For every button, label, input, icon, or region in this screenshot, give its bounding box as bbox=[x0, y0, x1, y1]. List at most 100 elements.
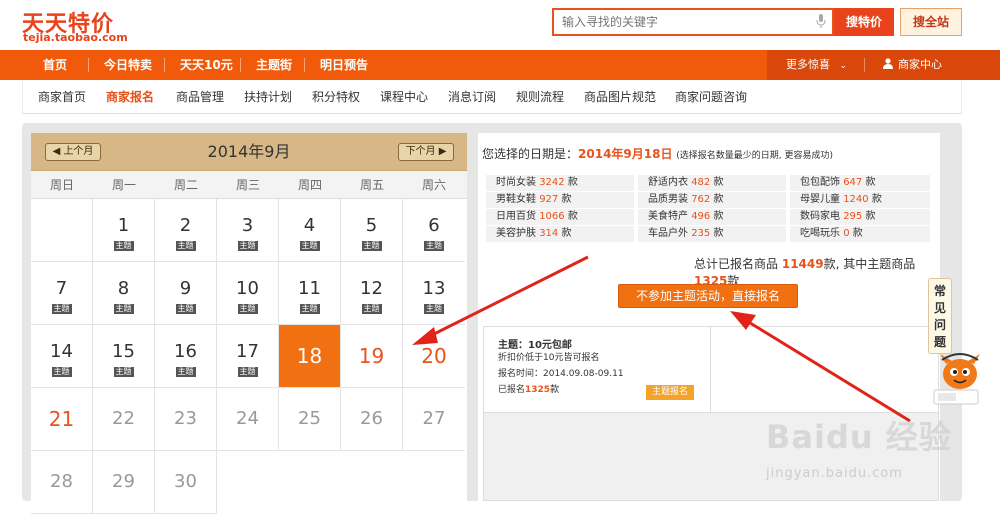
theme-tag: 主题 bbox=[175, 241, 196, 251]
weekday-label: 周三 bbox=[235, 178, 260, 192]
search-all-button[interactable]: 搜全站 bbox=[900, 8, 962, 36]
day-number: 24 bbox=[236, 408, 259, 429]
mascot-icon[interactable] bbox=[930, 350, 990, 410]
theme-condition: 折扣价低于10元皆可报名 bbox=[498, 353, 600, 363]
faq-char: 常 bbox=[933, 284, 946, 298]
category-unit: 款 bbox=[865, 177, 876, 188]
theme-tag: 主题 bbox=[175, 367, 196, 377]
day-number: 30 bbox=[174, 471, 197, 492]
day-number: 2 bbox=[179, 215, 192, 236]
calendar-day-27[interactable]: 27 bbox=[403, 388, 465, 451]
calendar-day-7[interactable]: 7 主题 bbox=[31, 262, 93, 325]
category-count: 1240 bbox=[843, 194, 869, 205]
subnav-item-image-spec[interactable]: 商品图片规范 bbox=[584, 80, 656, 114]
calendar-day-18[interactable]: 18 bbox=[279, 325, 341, 388]
calendar-day-25[interactable]: 25 bbox=[279, 388, 341, 451]
calendar-day-26[interactable]: 26 bbox=[341, 388, 403, 451]
theme-tag: 主题 bbox=[237, 367, 258, 377]
calendar-day-30[interactable]: 30 bbox=[155, 451, 217, 514]
category-count: 295 bbox=[843, 211, 863, 222]
calendar-day-15[interactable]: 15 主题 bbox=[93, 325, 155, 388]
microphone-icon[interactable] bbox=[816, 14, 826, 28]
calendar-day-17[interactable]: 17 主题 bbox=[217, 325, 279, 388]
calendar-day-11[interactable]: 11 主题 bbox=[279, 262, 341, 325]
theme-signup-number: 1325 bbox=[525, 385, 551, 395]
nav-item-home[interactable]: 首页 bbox=[43, 50, 67, 80]
theme-signup-count: 已报名1325款 bbox=[498, 382, 559, 395]
nav-divider bbox=[240, 58, 241, 72]
category-stat: 美食特产 496 款 bbox=[638, 209, 786, 225]
day-number: 14 bbox=[50, 341, 73, 362]
calendar-day-29[interactable]: 29 bbox=[93, 451, 155, 514]
nav-item-tomorrow[interactable]: 明日预告 bbox=[320, 50, 368, 80]
day-number: 9 bbox=[179, 278, 192, 299]
subnav-item-courses[interactable]: 课程中心 bbox=[380, 80, 428, 114]
category-name: 数码家电 bbox=[800, 211, 840, 222]
calendar-day-24[interactable]: 24 bbox=[217, 388, 279, 451]
theme-signup-button[interactable]: 主题报名 bbox=[646, 385, 694, 400]
category-name: 时尚女装 bbox=[496, 177, 536, 188]
weekday-label: 周二 bbox=[173, 178, 198, 192]
calendar-day-14[interactable]: 14 主题 bbox=[31, 325, 93, 388]
calendar-day-8[interactable]: 8 主题 bbox=[93, 262, 155, 325]
logo-url[interactable]: tejia.taobao.com bbox=[23, 31, 128, 44]
category-count: 647 bbox=[843, 177, 863, 188]
subnav-item-support-plan[interactable]: 扶持计划 bbox=[244, 80, 292, 114]
calendar-day-12[interactable]: 12 主题 bbox=[341, 262, 403, 325]
calendar-day-16[interactable]: 16 主题 bbox=[155, 325, 217, 388]
nav-more-dropdown[interactable]: 更多惊喜 ⌄ bbox=[786, 50, 847, 81]
category-stat: 吃喝玩乐 0 款 bbox=[790, 226, 930, 242]
subnav-item-subscriptions[interactable]: 消息订阅 bbox=[448, 80, 496, 114]
calendar-day-6[interactable]: 6 主题 bbox=[403, 199, 465, 262]
calendar-day-4[interactable]: 4 主题 bbox=[279, 199, 341, 262]
day-number: 23 bbox=[174, 408, 197, 429]
day-number: 19 bbox=[358, 344, 385, 368]
category-name: 包包配饰 bbox=[800, 177, 840, 188]
calendar-day-19[interactable]: 19 bbox=[341, 325, 403, 388]
nav-item-ten-yuan[interactable]: 天天10元 bbox=[180, 50, 233, 80]
selected-date-line: 您选择的日期是：2014年9月18日 (选择报名数量最少的日期, 更容易成功) bbox=[482, 145, 833, 162]
category-unit: 款 bbox=[713, 211, 724, 222]
subnav-item-merchant-home[interactable]: 商家首页 bbox=[38, 80, 86, 114]
nav-merchant-center[interactable]: 商家中心 bbox=[883, 50, 942, 80]
subnav-item-merchant-signup[interactable]: 商家报名 bbox=[106, 80, 154, 114]
category-stat: 舒适内衣 482 款 bbox=[638, 175, 786, 191]
search-deal-button[interactable]: 搜特价 bbox=[834, 8, 894, 36]
theme-period: 报名时间：2014.09.08-09.11 bbox=[498, 369, 624, 379]
direct-signup-button[interactable]: 不参加主题活动，直接报名 bbox=[618, 284, 798, 308]
subnav-item-points[interactable]: 积分特权 bbox=[312, 80, 360, 114]
subnav-item-merchant-faq[interactable]: 商家问题咨询 bbox=[675, 80, 747, 114]
calendar-day-13[interactable]: 13 主题 bbox=[403, 262, 465, 325]
calendar-day-20[interactable]: 20 bbox=[403, 325, 465, 388]
faq-tab[interactable]: 常 见 问 题 bbox=[928, 278, 952, 354]
subnav-item-rules[interactable]: 规则流程 bbox=[516, 80, 564, 114]
calendar-day-9[interactable]: 9 主题 bbox=[155, 262, 217, 325]
calendar-day-5[interactable]: 5 主题 bbox=[341, 199, 403, 262]
nav-item-theme-street[interactable]: 主题街 bbox=[256, 50, 292, 80]
day-number: 26 bbox=[360, 408, 383, 429]
calendar: ◀ 上个月 2014年9月 下个月 ▶ 周日 周一 周二 周三 周四 周五 周六 1 主题 2 主… bbox=[31, 133, 467, 514]
subnav-item-product-management[interactable]: 商品管理 bbox=[176, 80, 224, 114]
theme-tag: 主题 bbox=[51, 367, 72, 377]
weekday-row: 周日 周一 周二 周三 周四 周五 周六 bbox=[31, 171, 467, 199]
calendar-day-1[interactable]: 1 主题 bbox=[93, 199, 155, 262]
category-unit: 款 bbox=[561, 228, 572, 239]
sub-nav: 商家首页 商家报名 商品管理 扶持计划 积分特权 课程中心 消息订阅 规则流程 … bbox=[22, 80, 962, 114]
day-number: 11 bbox=[298, 278, 321, 299]
day-number: 27 bbox=[422, 408, 446, 429]
day-number: 7 bbox=[55, 278, 68, 299]
calendar-day-21[interactable]: 21 bbox=[31, 388, 93, 451]
main-nav: 首页 今日特卖 天天10元 主题街 明日预告 更多惊喜 ⌄ 商家中心 bbox=[0, 50, 1000, 80]
category-stat: 车品户外 235 款 bbox=[638, 226, 786, 242]
calendar-day-22[interactable]: 22 bbox=[93, 388, 155, 451]
calendar-day-28[interactable]: 28 bbox=[31, 451, 93, 514]
calendar-day-3[interactable]: 3 主题 bbox=[217, 199, 279, 262]
calendar-day-2[interactable]: 2 主题 bbox=[155, 199, 217, 262]
next-month-button[interactable]: 下个月 ▶ bbox=[398, 143, 454, 161]
calendar-day-10[interactable]: 10 主题 bbox=[217, 262, 279, 325]
nav-item-today[interactable]: 今日特卖 bbox=[104, 50, 152, 80]
calendar-day-23[interactable]: 23 bbox=[155, 388, 217, 451]
watermark-url: jingyan.baidu.com bbox=[766, 466, 903, 481]
selected-date-label: 您选择的日期是： bbox=[482, 147, 579, 161]
search-input[interactable] bbox=[554, 10, 804, 34]
